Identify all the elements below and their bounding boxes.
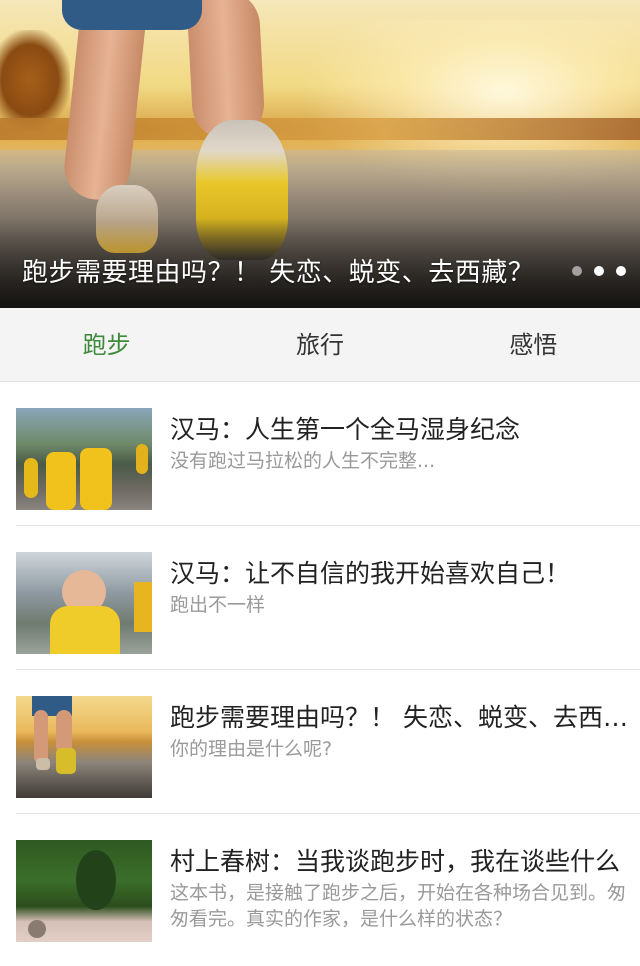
hero-banner[interactable]: 跑步需要理由吗？！ 失恋、蜕变、去西藏？ [0, 0, 640, 308]
article-title: 汉马：让不自信的我开始喜欢自己！ [170, 559, 571, 588]
list-item[interactable]: 汉马：人生第一个全马湿身纪念 没有跑过马拉松的人生不完整... [16, 382, 640, 526]
tab-travel[interactable]: 旅行 [213, 308, 426, 382]
carousel-dot-active[interactable] [616, 266, 626, 276]
list-item[interactable]: 跑步需要理由吗？！ 失恋、蜕变、去西藏？ 你的理由是什么呢? [16, 670, 640, 814]
banner-tree [0, 30, 70, 130]
carousel-dot[interactable] [594, 266, 604, 276]
article-thumbnail [16, 408, 152, 510]
category-tab-bar: 跑步 旅行 感悟 [0, 308, 640, 382]
tab-running[interactable]: 跑步 [0, 308, 213, 382]
article-title: 跑步需要理由吗？！ 失恋、蜕变、去西藏？ [170, 703, 628, 732]
article-description: 跑出不一样 [170, 594, 266, 616]
list-item[interactable]: 汉马：让不自信的我开始喜欢自己！ 跑出不一样 [16, 526, 640, 670]
article-thumbnail [16, 840, 152, 942]
article-description: 这本书，是接触了跑步之后，开始在各种场合见到。匆匆看完。真实的作家，是什么样的状… [170, 882, 627, 930]
list-item[interactable]: 村上春树：当我谈跑步时，我在谈些什么 这本书，是接触了跑步之后，开始在各种场合见… [16, 814, 640, 958]
article-description: 没有跑过马拉松的人生不完整... [170, 450, 436, 472]
article-text: 村上春树：当我谈跑步时，我在谈些什么 这本书，是接触了跑步之后，开始在各种场合见… [170, 840, 628, 958]
article-text: 汉马：让不自信的我开始喜欢自己！ 跑出不一样 [170, 552, 628, 669]
article-text: 跑步需要理由吗？！ 失恋、蜕变、去西藏？ 你的理由是什么呢? [170, 696, 628, 813]
tab-insights[interactable]: 感悟 [427, 308, 640, 382]
banner-runner-shorts [62, 0, 202, 30]
carousel-indicator [572, 266, 626, 276]
article-title: 汉马：人生第一个全马湿身纪念 [170, 415, 521, 444]
carousel-dot[interactable] [572, 266, 582, 276]
banner-caption[interactable]: 跑步需要理由吗？！ 失恋、蜕变、去西藏？ [22, 252, 534, 289]
article-text: 汉马：人生第一个全马湿身纪念 没有跑过马拉松的人生不完整... [170, 408, 628, 525]
article-thumbnail [16, 552, 152, 654]
article-list: 汉马：人生第一个全马湿身纪念 没有跑过马拉松的人生不完整... 汉马：让不自信的… [0, 382, 640, 958]
article-description: 你的理由是什么呢? [170, 738, 333, 760]
article-title: 村上春树：当我谈跑步时，我在谈些什么 [170, 847, 621, 876]
article-thumbnail [16, 696, 152, 798]
